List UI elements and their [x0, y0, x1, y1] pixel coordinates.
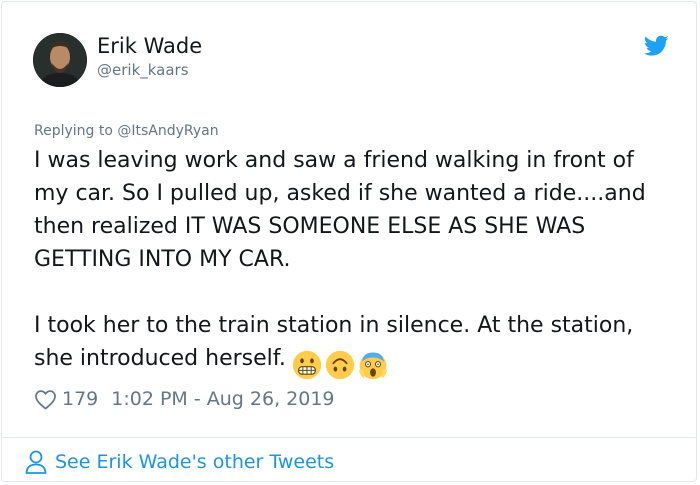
author-display-name[interactable]: Erik Wade: [97, 33, 202, 59]
tweet-timestamp[interactable]: 1:02 PM - Aug 26, 2019: [111, 388, 334, 410]
tweet-paragraph-1: I was leaving work and saw a friend walk…: [34, 148, 646, 272]
see-other-tweets-link[interactable]: See Erik Wade's other Tweets: [24, 449, 334, 475]
author-handle[interactable]: @erik_kaars: [97, 60, 189, 80]
emoji-group: [292, 348, 391, 381]
tweet-card: Erik Wade @erik_kaars Replying to @ItsAn…: [1, 1, 697, 482]
like-count[interactable]: 179: [62, 388, 98, 410]
tweet-text: I was leaving work and saw a friend walk…: [34, 144, 674, 381]
tweet-paragraph-2: I took her to the train station in silen…: [34, 309, 674, 381]
avatar-portrait-image: [33, 33, 87, 87]
grimacing-face-emoji-icon: [292, 350, 322, 380]
upside-down-face-emoji-icon: [325, 350, 355, 380]
replying-to-handle[interactable]: @ItsAndyRyan: [117, 123, 218, 139]
avatar[interactable]: [33, 33, 87, 87]
twitter-bird-icon[interactable]: [644, 35, 669, 57]
heart-icon[interactable]: [34, 389, 57, 410]
replying-to: Replying to @ItsAndyRyan: [34, 122, 219, 140]
tweet-meta: 179 1:02 PM - Aug 26, 2019: [34, 386, 335, 412]
replying-to-prefix: Replying to: [34, 123, 113, 139]
face-screaming-in-fear-emoji-icon: [358, 352, 388, 380]
see-other-tweets-label[interactable]: See Erik Wade's other Tweets: [55, 451, 334, 473]
footer-divider: [3, 437, 697, 438]
person-icon: [25, 450, 47, 474]
